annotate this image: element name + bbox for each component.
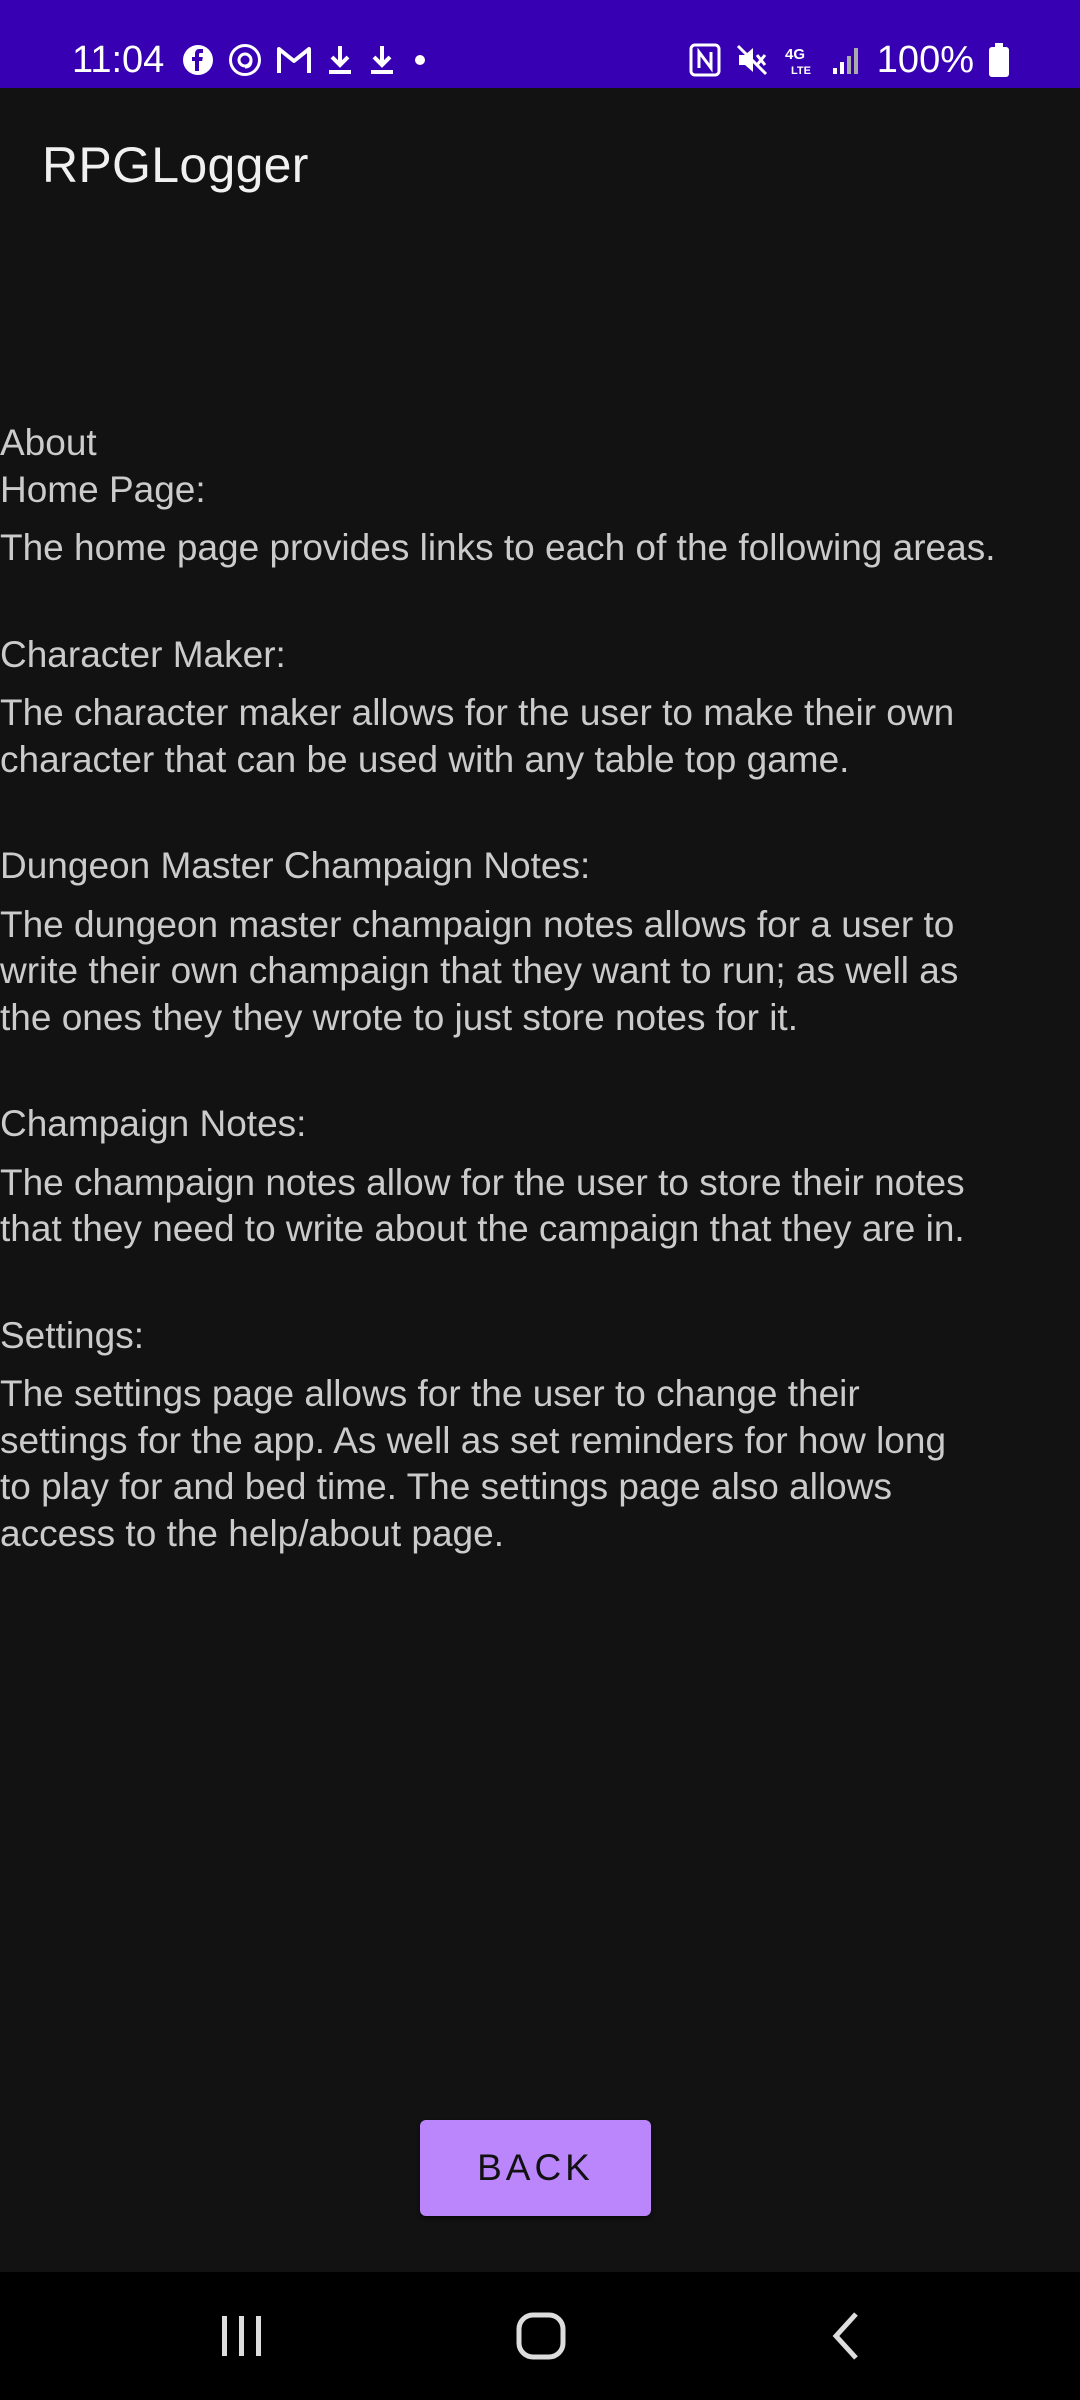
download-icon — [326, 44, 354, 76]
section-champaign-notes: Champaign Notes: The champaign notes all… — [0, 1101, 1080, 1253]
battery-icon — [988, 42, 1010, 78]
svg-text:LTE: LTE — [791, 65, 811, 77]
battery-percent: 100% — [876, 39, 974, 81]
section-heading: Settings: — [0, 1314, 144, 1356]
system-status-icons: 4G LTE 100% — [689, 36, 1010, 84]
download-icon — [368, 44, 396, 76]
nfc-icon — [689, 43, 721, 77]
section-text: The dungeon master champaign notes allow… — [0, 903, 955, 945]
section-home-page: Home Page: The home page provides links … — [0, 467, 1080, 572]
app-title: RPGLogger — [42, 137, 309, 193]
section-character-maker: Character Maker: The character maker all… — [0, 632, 1080, 784]
section-heading: Champaign Notes: — [0, 1103, 307, 1144]
about-title: About — [0, 422, 97, 463]
notification-icons — [182, 40, 430, 80]
section-text: that they need to write about the campai… — [0, 1208, 965, 1249]
home-icon[interactable] — [515, 2310, 567, 2367]
section-text: write their own champaign that they want… — [0, 950, 959, 991]
about-content: About Home Page: The home page provides … — [0, 420, 1080, 1557]
dot-icon — [410, 50, 430, 70]
section-text: The home page provides links to each of … — [0, 527, 996, 568]
section-text: The champaign notes allow for the user t… — [0, 1161, 965, 1203]
section-heading: Character Maker: — [0, 633, 286, 675]
section-text: The settings page allows for the user to… — [0, 1373, 860, 1414]
section-text: to play for and bed time. The settings p… — [0, 1466, 892, 1507]
back-button[interactable]: BACK — [420, 2120, 651, 2216]
status-time: 11:04 — [72, 39, 165, 81]
section-settings: Settings: The settings page allows for t… — [0, 1313, 1080, 1558]
app-bar: RPGLogger — [0, 88, 1080, 238]
recents-icon[interactable] — [218, 2310, 266, 2367]
section-heading: Home Page: — [0, 468, 206, 510]
4g-lte-icon: 4G LTE — [783, 43, 817, 77]
svg-text:4G: 4G — [785, 46, 805, 63]
section-text: character that can be used with any tabl… — [0, 738, 850, 780]
facebook-icon — [182, 44, 214, 76]
section-text: settings for the app. As well as set rem… — [0, 1419, 947, 1461]
mute-icon — [735, 43, 769, 77]
gmail-icon — [276, 45, 312, 75]
status-bar: 11:04 4G LTE 100% — [0, 0, 1080, 88]
back-icon[interactable] — [826, 2310, 866, 2367]
section-heading: Dungeon Master Champaign Notes: — [0, 845, 591, 886]
threads-icon — [228, 43, 262, 77]
signal-icon — [831, 44, 863, 76]
section-dm-champaign-notes: Dungeon Master Champaign Notes: The dung… — [0, 843, 1080, 1041]
section-text: the ones they they wrote to just store n… — [0, 996, 798, 1038]
section-text: The character maker allows for the user … — [0, 692, 955, 733]
navigation-bar — [0, 2272, 1080, 2400]
section-text: access to the help/about page. — [0, 1512, 504, 1554]
